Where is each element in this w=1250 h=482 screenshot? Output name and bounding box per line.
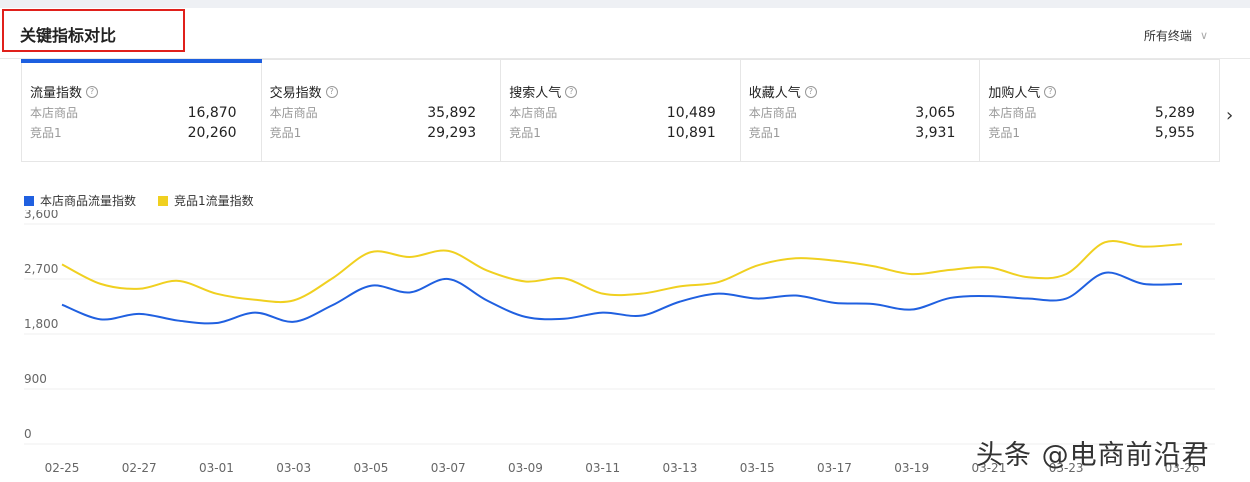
row-label: 本店商品 (988, 106, 1037, 120)
x-tick-label: 03-19 (894, 461, 929, 475)
row-label: 竞品1 (30, 126, 62, 140)
row-value: 10,489 (666, 105, 716, 121)
row-label: 本店商品 (30, 106, 79, 120)
x-tick-label: 02-27 (122, 461, 157, 475)
terminal-dropdown[interactable]: 所有终端 ∨ (1144, 27, 1208, 44)
x-tick-label: 03-11 (585, 461, 620, 475)
x-tick-label: 03-17 (817, 461, 852, 475)
x-tick-label: 03-03 (276, 461, 311, 475)
chevron-right-icon[interactable]: › (1226, 105, 1233, 126)
help-icon[interactable]: ? (1044, 85, 1057, 98)
row-value: 35,892 (427, 105, 477, 121)
row-value: 5,955 (1154, 125, 1195, 141)
legend-label: 竞品1流量指数 (174, 194, 254, 208)
metric-card-trade[interactable]: 交易指数? 本店商品 35,892 竞品1 29,293 (262, 60, 502, 161)
metric-card-search[interactable]: 搜索人气? 本店商品 10,489 竞品1 10,891 (501, 60, 741, 161)
legend-item-own[interactable]: 本店商品流量指数 (24, 192, 136, 209)
legend-label: 本店商品流量指数 (40, 194, 137, 208)
row-label: 竞品1 (988, 126, 1021, 140)
row-value: 3,065 (915, 105, 956, 121)
metric-card-cart[interactable]: 加购人气? 本店商品 5,289 竞品1 5,955 (980, 60, 1219, 161)
legend-item-competitor[interactable]: 竞品1流量指数 (158, 192, 254, 209)
row-value: 10,891 (666, 125, 716, 141)
y-tick-label: 1,800 (24, 317, 58, 331)
y-tick-label: 3,600 (24, 210, 58, 221)
row-label: 竞品1 (509, 126, 541, 140)
page-title: 关键指标对比 (20, 26, 117, 45)
x-tick-label: 03-01 (199, 461, 234, 475)
help-icon[interactable]: ? (565, 85, 578, 98)
row-value: 3,931 (915, 125, 956, 141)
help-icon[interactable]: ? (804, 85, 817, 98)
y-tick-label: 900 (24, 372, 47, 386)
row-label: 本店商品 (748, 106, 797, 120)
metric-card-traffic[interactable]: 流量指数? 本店商品 16,870 竞品1 20,260 (21, 59, 262, 161)
top-strip (0, 0, 1250, 8)
row-value: 29,293 (427, 125, 477, 141)
x-tick-label: 03-15 (740, 461, 775, 475)
help-icon[interactable]: ? (325, 85, 338, 98)
row-label: 竞品1 (269, 126, 302, 140)
metric-cards: 流量指数? 本店商品 16,870 竞品1 20,260 交易指数? 本店商品 35,… (21, 59, 1220, 162)
chevron-down-icon: ∨ (1199, 29, 1208, 42)
watermark: 头条 @电商前沿君 (976, 440, 1210, 471)
x-tick-label: 03-13 (662, 461, 697, 475)
chart-legend: 本店商品流量指数 竞品1流量指数 (24, 192, 254, 209)
x-tick-label: 02-25 (45, 461, 80, 475)
x-tick-label: 03-05 (354, 461, 389, 475)
card-title: 收藏人气 (748, 86, 801, 101)
card-title: 加购人气 (988, 86, 1041, 101)
row-value: 5,289 (1154, 105, 1195, 121)
metric-card-favorites[interactable]: 收藏人气? 本店商品 3,065 竞品1 3,931 (741, 60, 981, 161)
card-title: 交易指数 (269, 86, 322, 101)
legend-swatch (24, 195, 34, 206)
row-label: 本店商品 (509, 106, 558, 120)
series-line (61, 240, 1183, 304)
row-label: 竞品1 (748, 126, 781, 140)
row-label: 本店商品 (269, 106, 318, 120)
terminal-dropdown-label: 所有终端 (1143, 29, 1192, 43)
x-tick-label: 03-09 (508, 461, 543, 475)
y-tick-label: 0 (24, 427, 32, 441)
series-line (61, 271, 1183, 325)
card-title: 流量指数 (30, 86, 83, 101)
row-value: 16,870 (187, 105, 237, 121)
y-tick-label: 2,700 (24, 262, 58, 276)
help-icon[interactable]: ? (86, 85, 99, 98)
legend-swatch (158, 195, 169, 206)
row-value: 20,260 (187, 125, 237, 141)
x-tick-label: 03-07 (431, 461, 466, 475)
card-title: 搜索人气 (509, 86, 562, 101)
